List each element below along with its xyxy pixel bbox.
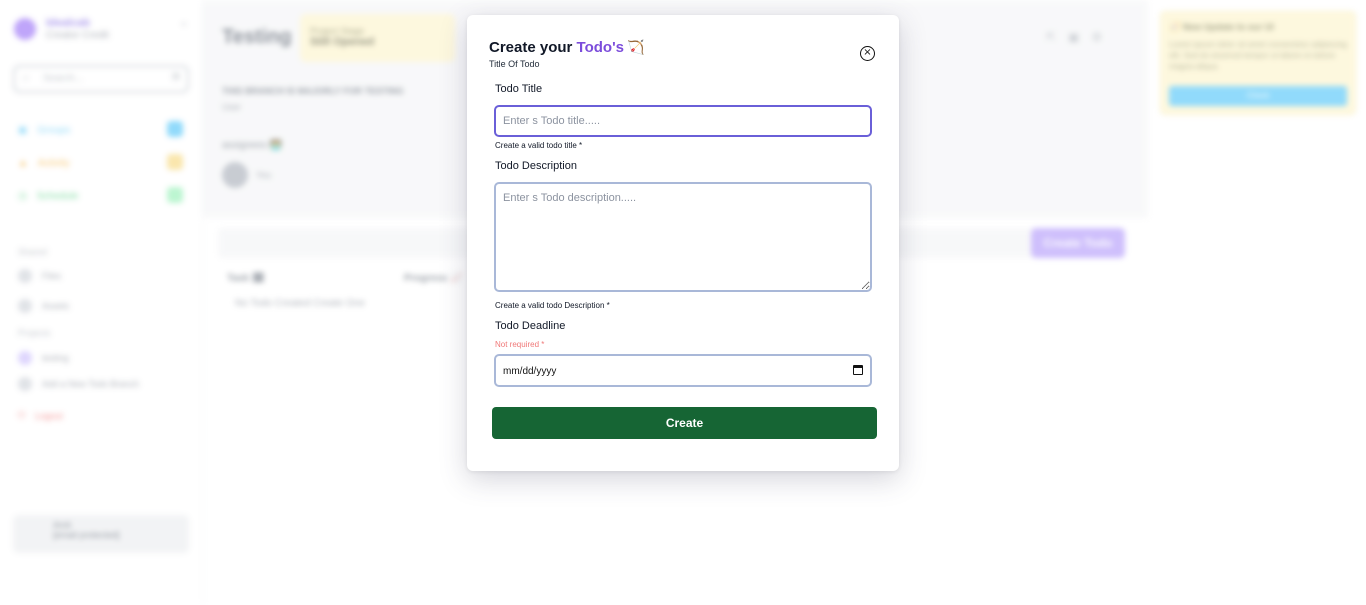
search-shortcut: ⌘ xyxy=(171,72,181,83)
stage-label: Project Stage xyxy=(310,26,365,36)
files-icon xyxy=(18,269,32,283)
activity-badge xyxy=(167,154,183,170)
todo-description-label: Todo Description xyxy=(495,160,577,172)
create-todo-modal: Create your Todo's 🏹 Title Of Todo × Todo… xyxy=(467,15,899,471)
create-button[interactable]: Create xyxy=(492,407,877,439)
sidebar-item-schedule[interactable]: ◷ Schedule xyxy=(18,187,186,205)
todo-title-hint: Create a valid todo title * xyxy=(495,141,583,150)
logout-icon: ⏻ xyxy=(18,410,26,420)
user-card[interactable]: Amit [email protected] xyxy=(13,515,189,553)
branch-user: User xyxy=(222,102,242,112)
logout-label: Logout xyxy=(35,410,63,421)
assignee-name: You xyxy=(256,170,272,180)
modal-title-prefix: Create your xyxy=(489,39,577,56)
assignees-label: assignees 🧑‍💻 xyxy=(222,140,283,151)
bow-arrow-icon: 🏹 xyxy=(627,39,645,55)
todo-deadline-hint: Not required * xyxy=(495,340,545,349)
close-icon[interactable]: × xyxy=(860,46,875,61)
sidebar-item-label: Schedule xyxy=(36,190,79,202)
shared-heading: Shared xyxy=(18,247,48,257)
sidebar-item-label: Add a New Todo Branch xyxy=(42,379,139,389)
column-header-task: Task 🗓 xyxy=(227,273,265,284)
sidebar-item-label: testing xyxy=(42,353,69,363)
workspace-switcher[interactable]: Idealcab Creator Credit ⌃ xyxy=(14,12,194,46)
header-actions: ⇱ ▣ ⚙ xyxy=(1046,30,1102,44)
sidebar-item-groups[interactable]: ▣ Groups xyxy=(18,121,186,139)
sidebar-item-label: Groups xyxy=(37,124,71,136)
logout-button[interactable]: ⏻ Logout xyxy=(18,410,63,421)
create-todo-button[interactable]: Create Todo xyxy=(1031,228,1125,258)
todo-title-input[interactable] xyxy=(494,105,872,137)
column-header-progress: Progress 📈 xyxy=(404,273,463,284)
empty-message: No Todo Created Create One xyxy=(235,298,365,309)
sidebar-item-label: Assets xyxy=(42,301,70,311)
branch-note: THIS BRANCH IS MAJORLY FOR TESTING xyxy=(222,86,404,96)
sidebar: Idealcab Creator Credit ⌃ ⌕ Search... ⌘ … xyxy=(0,0,203,605)
assignee[interactable]: You xyxy=(222,162,271,188)
groups-icon: ▣ xyxy=(18,124,28,136)
schedule-icon: ◷ xyxy=(18,190,27,202)
groups-badge xyxy=(167,121,183,137)
user-name: Amit xyxy=(53,520,71,530)
assets-icon xyxy=(18,299,32,313)
modal-title: Create your Todo's 🏹 xyxy=(489,39,644,56)
settings-icon[interactable]: ⚙ xyxy=(1091,30,1102,44)
activity-icon: ▲ xyxy=(18,157,28,169)
search-icon: ⌕ xyxy=(23,72,30,84)
share-icon[interactable]: ⇱ xyxy=(1046,30,1056,44)
add-icon xyxy=(18,377,32,391)
projects-heading: Projects xyxy=(18,328,51,338)
sidebar-item-files[interactable]: Files xyxy=(18,269,61,283)
sidebar-search-input[interactable]: ⌕ Search... ⌘ xyxy=(13,65,189,93)
update-banner: 🧭 New Update to our UI Lorem ipsum dolor… xyxy=(1160,11,1356,115)
todo-description-hint: Create a valid todo Description * xyxy=(495,301,610,310)
sidebar-item-assets[interactable]: Assets xyxy=(18,299,69,313)
workspace-subtitle: Creator Credit xyxy=(46,29,109,41)
modal-subtitle: Title Of Todo xyxy=(489,59,540,69)
schedule-badge xyxy=(167,187,183,203)
workspace-logo xyxy=(14,18,36,40)
project-stage-card[interactable]: Project Stage Still Opened xyxy=(300,14,455,62)
banner-title: 🧭 New Update to our UI xyxy=(1169,22,1274,32)
banner-button[interactable]: Check xyxy=(1169,86,1347,106)
page-title: Testing xyxy=(222,26,292,48)
sidebar-item-project-testing[interactable]: testing xyxy=(18,351,69,365)
todo-description-input[interactable] xyxy=(494,182,872,292)
date-value: mm/dd/yyyy xyxy=(503,366,557,377)
project-icon xyxy=(18,351,32,365)
workspace-name: Idealcab xyxy=(46,17,91,30)
todo-deadline-input[interactable]: mm/dd/yyyy xyxy=(494,354,872,387)
chevron-icon: ⌃ xyxy=(179,22,188,33)
avatar xyxy=(222,162,248,188)
sidebar-item-activity[interactable]: ▲ Activity xyxy=(18,154,186,172)
sidebar-item-add-branch[interactable]: Add a New Todo Branch xyxy=(18,377,139,391)
modal-title-accent: Todo's xyxy=(576,39,624,56)
calendar-icon[interactable] xyxy=(853,365,863,375)
todo-title-label: Todo Title xyxy=(495,83,543,95)
sidebar-item-label: Activity xyxy=(37,157,70,169)
todo-deadline-label: Todo Deadline xyxy=(495,320,566,332)
stage-value: Still Opened xyxy=(310,36,375,48)
user-email: [email protected] xyxy=(53,530,120,540)
search-placeholder: Search... xyxy=(43,73,84,84)
sidebar-item-label: Files xyxy=(42,271,62,281)
banner-body: Lorem ipsum dolor sit amet consectetur a… xyxy=(1169,40,1347,72)
video-icon[interactable]: ▣ xyxy=(1068,30,1079,44)
